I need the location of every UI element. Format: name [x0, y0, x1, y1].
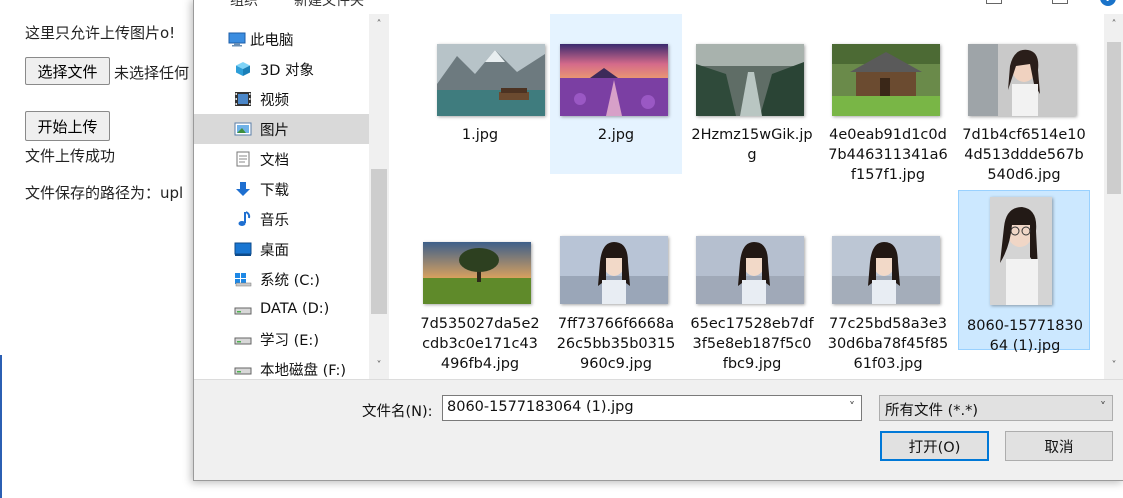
file-name-label: 2.jpg	[597, 127, 635, 143]
nav-item-documents[interactable]: 文档	[194, 144, 369, 174]
nav-item-drive-d[interactable]: DATA (D:)	[194, 294, 369, 324]
picture-icon	[234, 122, 252, 136]
file-type-value: 所有文件 (*.*)	[885, 403, 979, 419]
nav-item-label: 下载	[260, 182, 289, 199]
organize-menu[interactable]: 组织	[230, 0, 258, 10]
music-note-icon	[238, 211, 251, 226]
file-item[interactable]: 2.jpg	[550, 14, 682, 174]
nav-item-drive-c[interactable]: 系统 (C:)	[194, 264, 369, 294]
drive-icon	[234, 367, 252, 375]
saved-path-text: 文件保存的路径为：upl	[25, 184, 184, 202]
file-list-view: 1.jpg 2.jpg 2Hzmz15wGik.jpg 4e0eab91d1c0…	[390, 14, 1104, 379]
nav-item-label: 音乐	[260, 212, 289, 229]
view-options-icon[interactable]	[986, 0, 1002, 4]
nav-item-label: 文档	[260, 152, 289, 169]
nav-item-label: 本地磁盘 (F:)	[260, 362, 347, 379]
file-item-selected[interactable]: 8060-1577183064 (1).jpg	[958, 190, 1090, 354]
nav-item-pictures[interactable]: 图片	[194, 114, 369, 144]
portrait-girl-thumbnail	[696, 236, 804, 304]
new-folder-button[interactable]: 新建文件夹	[294, 0, 364, 10]
video-film-icon	[235, 92, 251, 106]
no-file-selected-text: 未选择任何	[114, 64, 190, 82]
nav-item-videos[interactable]: 视频	[194, 84, 369, 114]
wooden-cabin-thumbnail	[832, 44, 940, 116]
navigation-pane: 此电脑 3D 对象 视频 图片 文档 下载 音乐 桌面 系统 (C:) DATA…	[194, 14, 369, 379]
nav-item-label: 桌面	[260, 242, 289, 259]
file-item[interactable]: 2Hzmz15wGik.jpg	[686, 14, 818, 174]
windows-drive-icon	[235, 273, 252, 287]
scroll-down-icon[interactable]: ˅	[1109, 361, 1119, 371]
upload-success-text: 文件上传成功	[25, 147, 116, 165]
upload-notice: 这里只允许上传图片o!	[25, 24, 176, 42]
nav-item-label: 系统 (C:)	[260, 272, 320, 289]
file-name-label: 7d1b4cf6514e104d513ddde567b540d6.jpg	[962, 127, 1086, 183]
lake-mountain-thumbnail	[437, 44, 545, 116]
file-item[interactable]: 77c25bd58a3e330d6ba78f45f8561f03.jpg	[822, 194, 954, 372]
file-name-label: 77c25bd58a3e330d6ba78f45f8561f03.jpg	[827, 316, 949, 372]
portrait-girl-thumbnail	[560, 236, 668, 304]
nav-item-label: 学习 (E:)	[260, 332, 319, 349]
scroll-down-icon[interactable]: ˅	[374, 361, 384, 371]
nav-scrollbar-thumb[interactable]	[371, 169, 387, 314]
preview-pane-icon[interactable]	[1052, 0, 1068, 4]
nav-item-label: DATA (D:)	[260, 301, 330, 317]
file-name-label: 1.jpg	[461, 127, 499, 143]
nav-item-music[interactable]: 音乐	[194, 204, 369, 234]
nav-item-label: 3D 对象	[260, 62, 314, 79]
forest-river-thumbnail	[696, 44, 804, 116]
filename-input[interactable]: 8060-1577183064 (1).jpg ˅	[442, 395, 862, 421]
file-item[interactable]: 7ff73766f6668a26c5bb35b0315960c9.jpg	[550, 194, 682, 372]
scroll-up-icon[interactable]: ˄	[374, 20, 384, 30]
file-open-dialog: 组织 新建文件夹 ? 此电脑 3D 对象 视频 图片 文档 下载	[193, 0, 1123, 481]
file-item[interactable]: 7d535027da5e2cdb3c0e171c43496fb4.jpg	[414, 194, 546, 372]
help-icon[interactable]: ?	[1100, 0, 1116, 6]
choose-file-button[interactable]: 选择文件	[25, 57, 110, 85]
download-arrow-icon	[236, 182, 250, 196]
file-name-label: 65ec17528eb7df3f5e8eb187f5c0fbc9.jpg	[690, 316, 814, 372]
drive-icon	[234, 337, 252, 345]
file-type-select[interactable]: 所有文件 (*.*) ˅	[879, 395, 1113, 421]
cancel-button[interactable]: 取消	[1005, 431, 1113, 461]
nav-item-this-pc[interactable]: 此电脑	[194, 24, 369, 54]
lavender-sunset-thumbnail	[560, 44, 668, 116]
nav-item-label: 此电脑	[250, 32, 294, 49]
scroll-up-icon[interactable]: ˄	[1109, 20, 1119, 30]
file-name-label: 7ff73766f6668a26c5bb35b0315960c9.jpg	[556, 316, 676, 372]
document-icon	[236, 151, 250, 167]
portrait-glasses-thumbnail	[990, 197, 1052, 305]
portrait-girl-thumbnail	[832, 236, 940, 304]
file-item[interactable]: 4e0eab91d1c0d7b446311341a6f157f1.jpg	[822, 14, 954, 183]
nav-item-downloads[interactable]: 下载	[194, 174, 369, 204]
chevron-down-icon[interactable]: ˅	[1100, 400, 1106, 414]
nav-item-drive-e[interactable]: 学习 (E:)	[194, 324, 369, 354]
file-scrollbar-thumb[interactable]	[1107, 42, 1121, 194]
chevron-down-icon[interactable]: ˅	[849, 400, 855, 414]
file-item[interactable]: 65ec17528eb7df3f5e8eb187f5c0fbc9.jpg	[686, 194, 818, 372]
filename-value[interactable]: 8060-1577183064 (1).jpg	[447, 399, 634, 415]
open-button[interactable]: 打开(O)	[880, 431, 989, 461]
nav-item-3d-objects[interactable]: 3D 对象	[194, 54, 369, 84]
start-upload-button[interactable]: 开始上传	[25, 111, 110, 141]
file-name-label: 8060-1577183064 (1).jpg	[967, 318, 1083, 354]
file-item[interactable]: 7d1b4cf6514e104d513ddde567b540d6.jpg	[958, 14, 1090, 183]
filename-label: 文件名(N):	[362, 404, 433, 420]
cube-3d-icon	[236, 62, 250, 76]
portrait-woman-thumbnail	[968, 44, 1076, 116]
computer-icon	[228, 32, 246, 47]
file-name-label: 4e0eab91d1c0d7b446311341a6f157f1.jpg	[828, 127, 948, 183]
nav-item-label: 视频	[260, 92, 289, 109]
file-item[interactable]: 1.jpg	[414, 14, 546, 174]
nav-scrollbar[interactable]: ˄ ˅	[369, 14, 389, 379]
dialog-bottom-panel: 文件名(N): 8060-1577183064 (1).jpg ˅ 所有文件 (…	[194, 379, 1123, 480]
drive-icon	[234, 307, 252, 315]
desktop-icon	[234, 242, 252, 256]
file-list-scrollbar[interactable]: ˄ ˅	[1104, 14, 1123, 379]
tree-field-thumbnail	[423, 242, 531, 304]
file-name-label: 7d535027da5e2cdb3c0e171c43496fb4.jpg	[420, 316, 540, 372]
nav-item-label: 图片	[260, 122, 289, 139]
dialog-toolbar: 组织 新建文件夹 ?	[194, 0, 1123, 14]
window-edge-line	[0, 355, 2, 498]
nav-item-desktop[interactable]: 桌面	[194, 234, 369, 264]
file-name-label: 2Hzmz15wGik.jpg	[691, 127, 813, 163]
